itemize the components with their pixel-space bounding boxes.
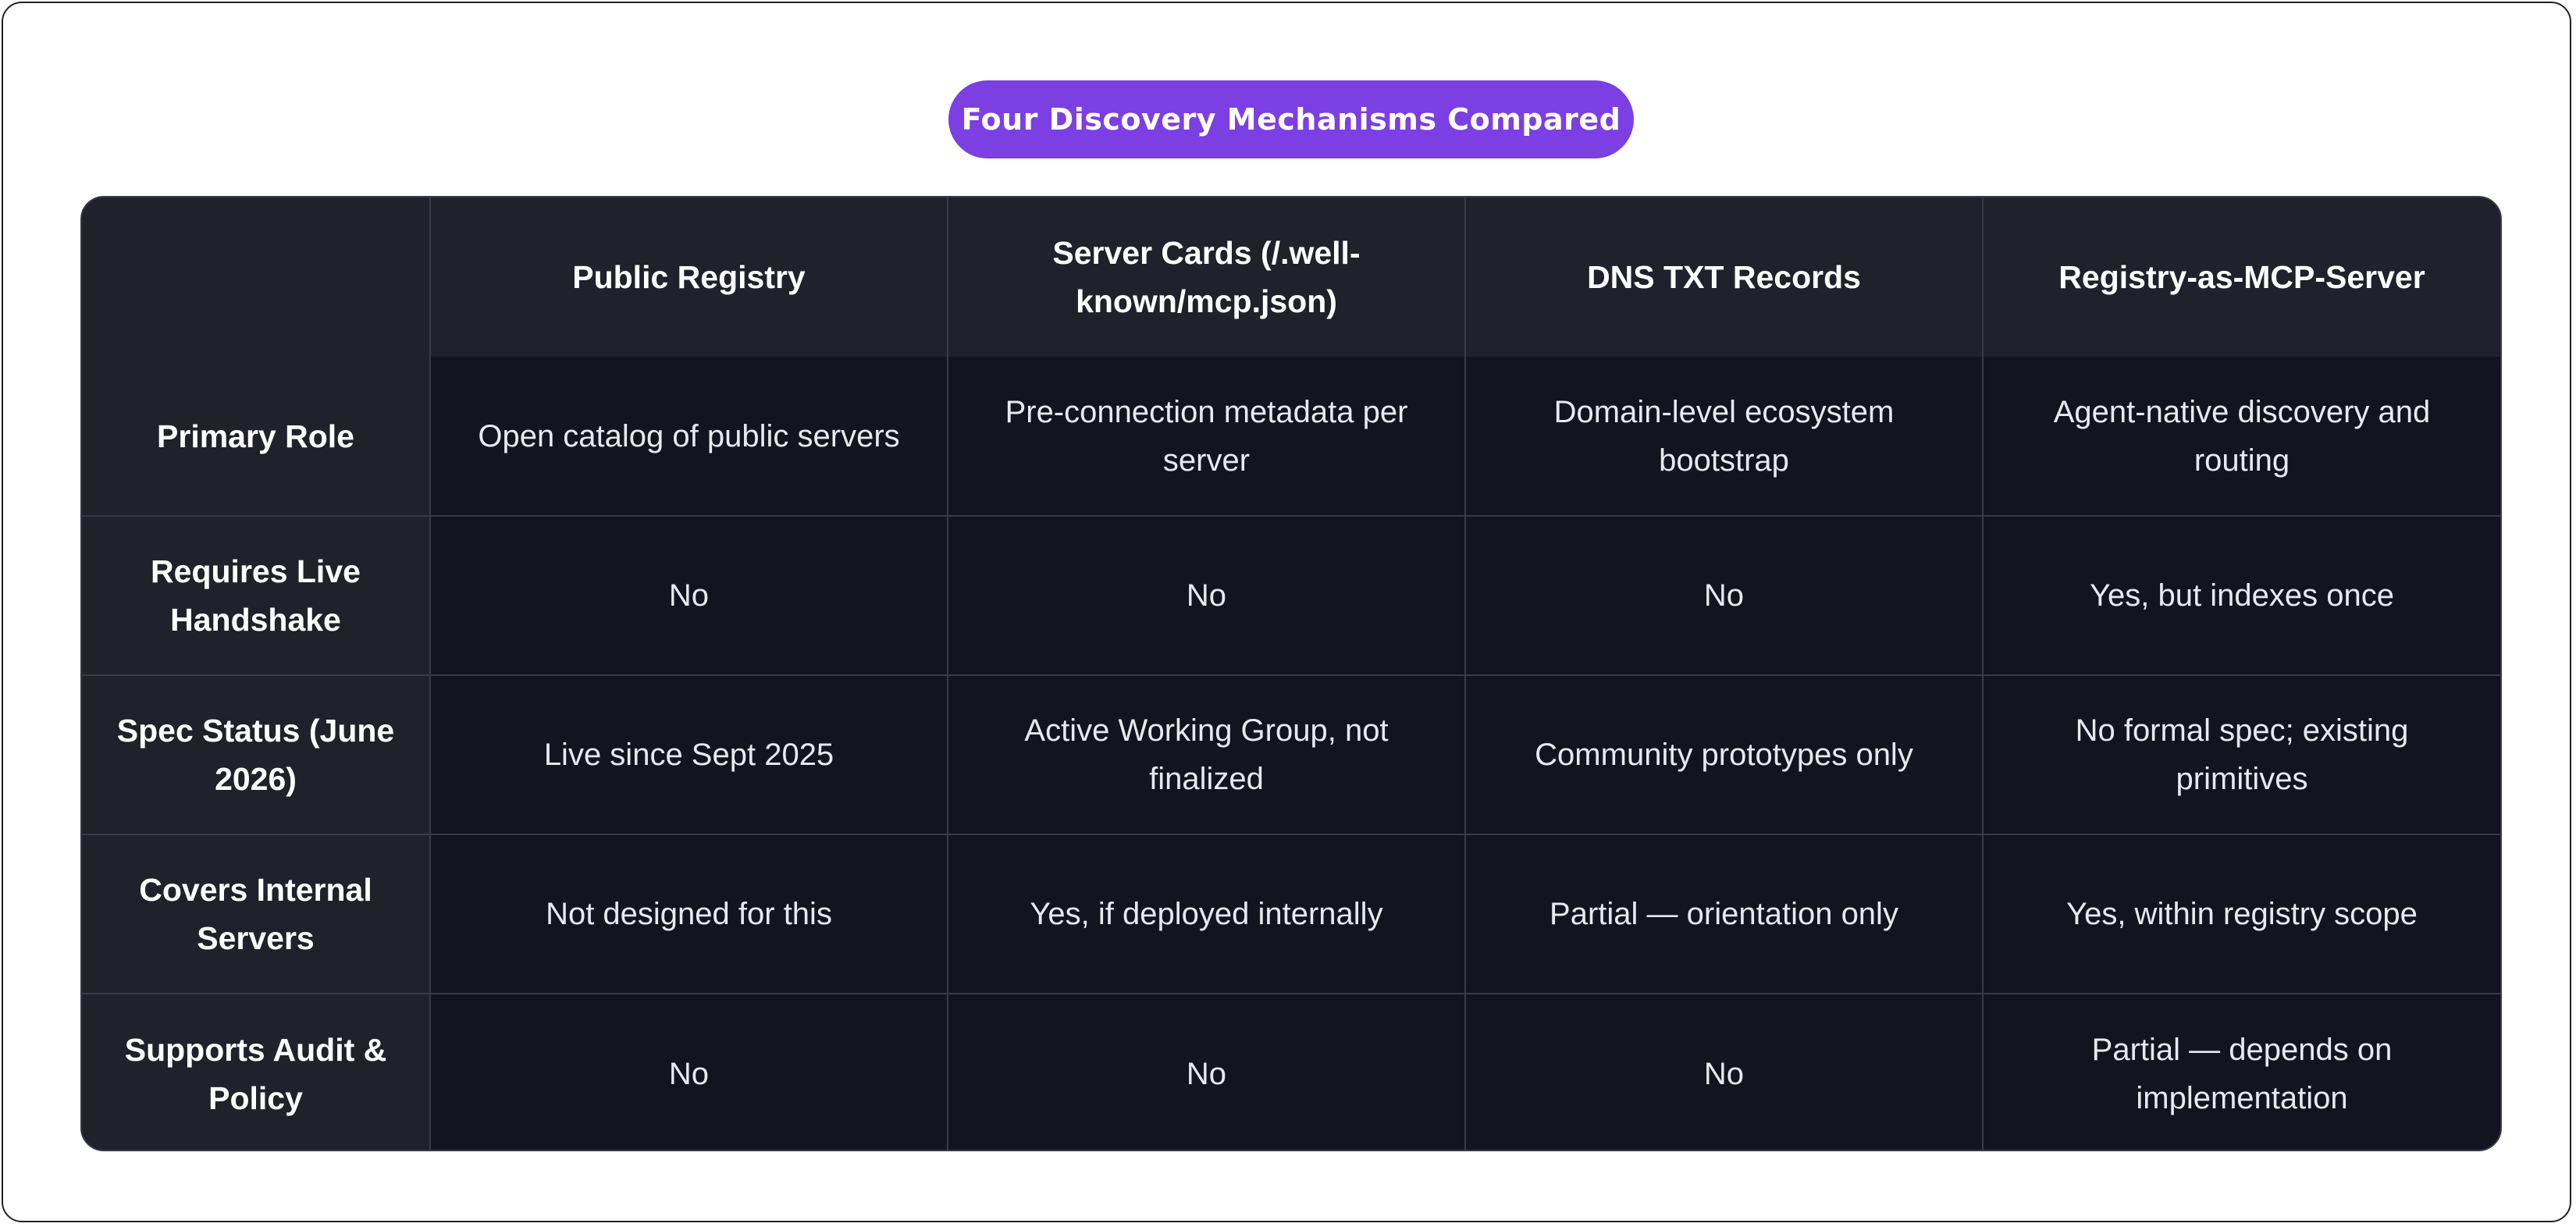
- row-header-covers-internal-servers: Covers Internal Servers: [82, 834, 431, 994]
- table-cell: Not designed for this: [429, 834, 948, 994]
- corner-cell: [82, 197, 431, 357]
- table-cell: No: [1464, 993, 1984, 1150]
- table-cell: Community prototypes only: [1464, 674, 1984, 835]
- column-header-server-cards: Server Cards (/.well-known/mcp.json): [947, 197, 1466, 357]
- table-row: Supports Audit & Policy No No No Partial…: [82, 993, 2500, 1150]
- table-cell: No: [1464, 515, 1984, 676]
- figure-frame: Four Discovery Mechanisms Compared Publi…: [2, 2, 2571, 1222]
- comparison-table: Public Registry Server Cards (/.well-kno…: [80, 196, 2502, 1151]
- table-cell: Open catalog of public servers: [429, 357, 948, 517]
- row-header-spec-status: Spec Status (June 2026): [82, 674, 431, 835]
- table-cell: No: [947, 515, 1466, 676]
- column-header-public-registry: Public Registry: [429, 197, 948, 357]
- table-cell: Yes, but indexes once: [1982, 515, 2500, 676]
- table-cell: No: [429, 993, 948, 1150]
- table-cell: Pre-connection metadata per server: [947, 357, 1466, 517]
- table-cell: No: [947, 993, 1466, 1150]
- table-row: Covers Internal Servers Not designed for…: [82, 834, 2500, 994]
- table-cell: Active Working Group, not finalized: [947, 674, 1466, 835]
- row-header-requires-live-handshake: Requires Live Handshake: [82, 515, 431, 676]
- table-cell: No: [429, 515, 948, 676]
- table-cell: Partial — depends on implementation: [1982, 993, 2500, 1150]
- row-header-primary-role: Primary Role: [82, 357, 431, 517]
- column-header-registry-as-mcp-server: Registry-as-MCP-Server: [1982, 197, 2500, 357]
- table-row: Spec Status (June 2026) Live since Sept …: [82, 674, 2500, 835]
- table-cell: Domain-level ecosystem bootstrap: [1464, 357, 1984, 517]
- table-row: Primary Role Open catalog of public serv…: [82, 357, 2500, 517]
- table-cell: No formal spec; existing primitives: [1982, 674, 2500, 835]
- table-cell: Partial — orientation only: [1464, 834, 1984, 994]
- header-row: Public Registry Server Cards (/.well-kno…: [82, 197, 2500, 357]
- column-header-dns-txt-records: DNS TXT Records: [1464, 197, 1984, 357]
- table-row: Requires Live Handshake No No No Yes, bu…: [82, 515, 2500, 676]
- table-cell: Live since Sept 2025: [429, 674, 948, 835]
- table-cell: Yes, if deployed internally: [947, 834, 1466, 994]
- comparison-grid: Public Registry Server Cards (/.well-kno…: [82, 197, 2500, 1150]
- figure-title: Four Discovery Mechanisms Compared: [948, 80, 1634, 158]
- row-header-supports-audit-policy: Supports Audit & Policy: [82, 993, 431, 1150]
- table-cell: Agent-native discovery and routing: [1982, 357, 2500, 517]
- table-cell: Yes, within registry scope: [1982, 834, 2500, 994]
